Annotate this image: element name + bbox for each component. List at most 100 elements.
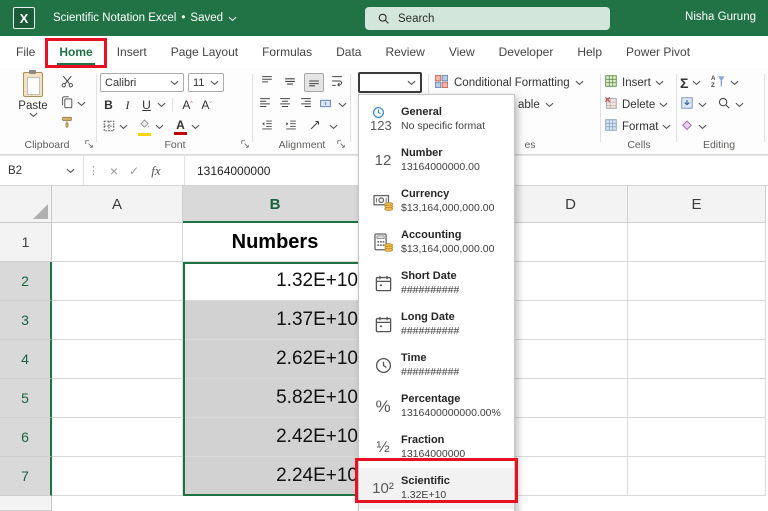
- menu-item-accounting[interactable]: Accounting $13,164,000,000.00: [359, 222, 514, 263]
- font-color-button[interactable]: A: [172, 118, 189, 136]
- delete-cells-button[interactable]: Delete: [604, 95, 674, 114]
- cell-e5[interactable]: [628, 379, 766, 418]
- grow-font-button[interactable]: Aˆ: [179, 96, 196, 114]
- select-all-corner[interactable]: [0, 186, 52, 223]
- cell-e4[interactable]: [628, 340, 766, 379]
- align-bottom-button[interactable]: [303, 73, 324, 92]
- cell-a4[interactable]: [52, 340, 183, 379]
- column-header-a[interactable]: A: [52, 186, 183, 223]
- number-format-select[interactable]: [358, 72, 422, 93]
- menu-item-percentage[interactable]: % Percentage 1316400000000.00%: [359, 386, 514, 427]
- cell-a1[interactable]: [52, 223, 183, 262]
- align-right-button[interactable]: [298, 95, 314, 114]
- clipboard-dialog-launcher[interactable]: [84, 139, 96, 151]
- align-top-button[interactable]: [257, 73, 276, 92]
- tab-formulas[interactable]: Formulas: [250, 36, 324, 68]
- cut-button[interactable]: [58, 72, 88, 93]
- fill-button[interactable]: [680, 96, 707, 113]
- cell-b7[interactable]: 2.24E+10: [183, 457, 368, 496]
- search-input[interactable]: Search: [365, 7, 610, 30]
- decrease-indent-button[interactable]: [257, 117, 277, 136]
- tab-power-pivot[interactable]: Power Pivot: [614, 36, 702, 68]
- cell-e2[interactable]: [628, 262, 766, 301]
- borders-button[interactable]: [100, 118, 117, 136]
- menu-item-fraction[interactable]: ½ Fraction 13164000000: [359, 427, 514, 468]
- cell-e6[interactable]: [628, 418, 766, 457]
- tab-file[interactable]: File: [4, 36, 47, 68]
- enter-button[interactable]: ✓: [124, 164, 144, 178]
- cell-a2[interactable]: [52, 262, 183, 301]
- tab-home[interactable]: Home: [45, 36, 108, 68]
- cell-e7[interactable]: [628, 457, 766, 496]
- cell-e3[interactable]: [628, 301, 766, 340]
- tab-insert[interactable]: Insert: [105, 36, 159, 68]
- alignment-dialog-launcher[interactable]: [336, 139, 348, 151]
- copy-button[interactable]: [58, 93, 88, 114]
- orientation-button[interactable]: [305, 117, 325, 136]
- cell-d7[interactable]: [514, 457, 628, 496]
- cell-b4[interactable]: 2.62E+10: [183, 340, 368, 379]
- align-left-button[interactable]: [257, 95, 273, 114]
- row-header-5[interactable]: 5: [0, 379, 52, 418]
- tab-help[interactable]: Help: [565, 36, 614, 68]
- cancel-button[interactable]: ×: [104, 163, 124, 179]
- document-title[interactable]: Scientific Notation Excel • Saved: [53, 12, 237, 24]
- increase-indent-button[interactable]: [281, 117, 301, 136]
- cell-d5[interactable]: [514, 379, 628, 418]
- italic-button[interactable]: I: [119, 96, 136, 114]
- cell-d1[interactable]: [514, 223, 628, 262]
- row-header-4[interactable]: 4: [0, 340, 52, 379]
- format-painter-button[interactable]: [58, 114, 88, 135]
- cell-d4[interactable]: [514, 340, 628, 379]
- font-dialog-launcher[interactable]: [240, 139, 252, 151]
- cell-d6[interactable]: [514, 418, 628, 457]
- row-header-8-partial[interactable]: [0, 496, 52, 511]
- tab-review[interactable]: Review: [373, 36, 436, 68]
- cell-b5[interactable]: 5.82E+10: [183, 379, 368, 418]
- cell-b3[interactable]: 1.37E+10: [183, 301, 368, 340]
- menu-item-long-date[interactable]: Long Date ##########: [359, 304, 514, 345]
- column-header-d[interactable]: D: [514, 186, 628, 223]
- fill-color-button[interactable]: [136, 118, 153, 136]
- cell-a5[interactable]: [52, 379, 183, 418]
- wrap-text-button[interactable]: [328, 73, 347, 92]
- formula-input[interactable]: 13164000000: [184, 156, 270, 185]
- menu-item-short-date[interactable]: Short Date ##########: [359, 263, 514, 304]
- shrink-font-button[interactable]: Aˇ: [198, 96, 215, 114]
- underline-button[interactable]: U: [138, 96, 155, 114]
- cell-d2[interactable]: [514, 262, 628, 301]
- find-select-button[interactable]: [717, 96, 744, 113]
- format-cells-button[interactable]: Format: [604, 117, 674, 136]
- clear-button[interactable]: [680, 118, 707, 135]
- font-name-select[interactable]: Calibri: [100, 73, 184, 92]
- autosum-button[interactable]: Σ: [680, 75, 701, 91]
- row-header-1[interactable]: 1: [0, 223, 52, 262]
- user-name[interactable]: Nisha Gurung: [685, 11, 756, 23]
- insert-function-button[interactable]: fx: [144, 163, 168, 179]
- cell-b6[interactable]: 2.42E+10: [183, 418, 368, 457]
- name-box[interactable]: B2: [0, 156, 84, 185]
- bold-button[interactable]: B: [100, 96, 117, 114]
- menu-item-scientific[interactable]: 10² Scientific 1.32E+10: [359, 468, 514, 509]
- sort-filter-button[interactable]: AZ: [711, 74, 739, 92]
- menu-item-time[interactable]: Time ##########: [359, 345, 514, 386]
- paste-button[interactable]: Paste: [14, 70, 52, 138]
- tab-view[interactable]: View: [437, 36, 487, 68]
- format-as-table-button[interactable]: able: [518, 96, 598, 114]
- cell-a6[interactable]: [52, 418, 183, 457]
- align-center-button[interactable]: [277, 95, 293, 114]
- column-header-b[interactable]: B: [183, 186, 368, 223]
- cell-a7[interactable]: [52, 457, 183, 496]
- menu-item-currency[interactable]: Currency $13,164,000,000.00: [359, 181, 514, 222]
- merge-center-button[interactable]: [318, 95, 334, 114]
- row-header-3[interactable]: 3: [0, 301, 52, 340]
- cell-e1[interactable]: [628, 223, 766, 262]
- cell-a3[interactable]: [52, 301, 183, 340]
- row-header-7[interactable]: 7: [0, 457, 52, 496]
- column-header-e[interactable]: E: [628, 186, 766, 223]
- menu-item-number[interactable]: 12 Number 13164000000.00: [359, 140, 514, 181]
- font-size-select[interactable]: 11: [188, 73, 224, 92]
- conditional-formatting-button[interactable]: Conditional Formatting: [434, 74, 598, 92]
- insert-cells-button[interactable]: Insert: [604, 73, 674, 92]
- align-middle-button[interactable]: [280, 73, 299, 92]
